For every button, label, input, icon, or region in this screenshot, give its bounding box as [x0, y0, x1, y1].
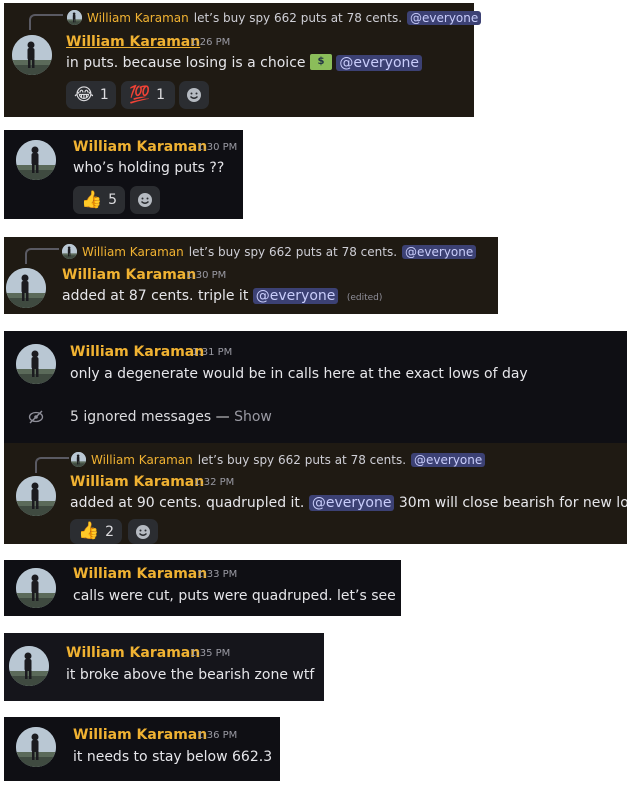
reply-username[interactable]: William Karaman	[82, 245, 184, 259]
money-emoji-icon: $	[309, 54, 332, 70]
timestamp: 1:30 PM	[197, 142, 238, 153]
edited-label: (edited)	[346, 293, 383, 303]
thumbs-up-emoji-icon: 👍	[78, 521, 100, 541]
message-text: only a degenerate would be in calls here…	[70, 366, 528, 382]
hundred-emoji-icon: 💯	[129, 84, 151, 105]
reply-message: William Karaman let’s buy spy 662 puts a…	[4, 443, 627, 544]
smiley-add-icon	[136, 524, 150, 539]
message-text: added at 87 cents. triple it @everyone (…	[62, 288, 382, 304]
timestamp: 1:35 PM	[190, 648, 231, 659]
message-text: who’s holding puts ??	[73, 160, 225, 176]
reply-text: let’s buy spy 662 puts at 78 cents.	[193, 10, 403, 25]
reply-preview[interactable]: William Karaman let’s buy spy 662 puts a…	[71, 452, 486, 467]
avatar[interactable]	[6, 268, 46, 308]
laugh-emoji-icon: 😂	[74, 84, 94, 105]
message-body-suffix: 30m will close bearish for new lows.	[398, 495, 627, 511]
timestamp: 1:36 PM	[197, 730, 238, 741]
thumbs-up-emoji-icon: 👍	[81, 189, 103, 210]
reaction-thumbs-up[interactable]: 👍 2	[70, 519, 122, 544]
username[interactable]: William Karaman	[73, 727, 207, 743]
smiley-add-icon	[187, 88, 201, 102]
avatar	[71, 452, 86, 467]
reply-spine	[35, 457, 69, 473]
message-body: added at 90 cents. quadrupled it.	[70, 495, 305, 511]
mention-everyone[interactable]: @everyone	[402, 244, 477, 259]
add-reaction-button[interactable]	[130, 186, 160, 214]
timestamp: 1:31 PM	[192, 347, 233, 358]
message-card: William Karaman 1:31 PM only a degenerat…	[4, 331, 627, 544]
avatar[interactable]	[16, 727, 56, 767]
add-reaction-button[interactable]	[179, 81, 209, 109]
message-body: added at 87 cents. triple it	[62, 288, 249, 304]
reply-text: let’s buy spy 662 puts at 78 cents.	[197, 452, 407, 467]
message-text: calls were cut, puts were quadruped. let…	[73, 588, 396, 604]
message-card: William Karaman 1:33 PM calls were cut, …	[4, 560, 401, 616]
reply-username[interactable]: William Karaman	[91, 453, 193, 467]
message-card: William Karaman let’s buy spy 662 puts a…	[4, 3, 482, 117]
avatar[interactable]	[16, 476, 56, 516]
eye-slash-icon	[28, 410, 44, 424]
message-card: William Karaman 1:36 PM it needs to stay…	[4, 717, 280, 781]
timestamp: 1:26 PM	[190, 37, 231, 48]
timestamp: 1:32 PM	[194, 477, 235, 488]
message-card: William Karaman 1:35 PM it broke above t…	[4, 633, 324, 701]
ignored-count-text: 5 ignored messages —	[70, 409, 235, 425]
timestamp: 1:33 PM	[197, 569, 238, 580]
username[interactable]: William Karaman	[73, 566, 207, 582]
avatar[interactable]	[9, 646, 49, 686]
message-card: William Karaman 1:30 PM who’s holding pu…	[4, 130, 243, 219]
reaction-laugh[interactable]: 😂 1	[66, 81, 116, 109]
avatar[interactable]	[16, 568, 56, 608]
mention-everyone[interactable]: @everyone	[407, 10, 482, 25]
avatar	[62, 244, 77, 259]
smiley-add-icon	[138, 193, 152, 207]
reaction-count: 1	[99, 87, 109, 103]
mention-everyone[interactable]: @everyone	[336, 55, 423, 71]
reaction-count: 2	[105, 523, 115, 540]
add-reaction-button[interactable]	[128, 519, 158, 544]
reply-username[interactable]: William Karaman	[87, 11, 189, 25]
ignored-messages: 5 ignored messages — Show	[70, 409, 272, 425]
message-text: it broke above the bearish zone wtf	[66, 667, 315, 683]
avatar[interactable]	[16, 344, 56, 384]
username[interactable]: William Karaman	[70, 474, 204, 490]
username[interactable]: William Karaman	[66, 645, 200, 661]
reaction-hundred[interactable]: 💯 1	[121, 81, 175, 109]
message-body: in puts. because losing is a choice	[66, 55, 306, 71]
reply-spine	[29, 14, 63, 30]
reaction-thumbs-up[interactable]: 👍 5	[73, 186, 125, 214]
reply-spine	[25, 248, 59, 264]
message-card: William Karaman let’s buy spy 662 puts a…	[4, 237, 498, 314]
reaction-count: 5	[108, 192, 118, 208]
reply-text: let’s buy spy 662 puts at 78 cents.	[188, 244, 398, 259]
avatar[interactable]	[12, 35, 52, 75]
username[interactable]: William Karaman	[70, 344, 204, 360]
message-text: in puts. because losing is a choice $ @e…	[66, 54, 423, 71]
show-ignored-link[interactable]: Show	[234, 409, 272, 425]
message-text: it needs to stay below 662.3	[73, 749, 273, 765]
avatar[interactable]	[16, 140, 56, 180]
mention-everyone[interactable]: @everyone	[411, 452, 486, 467]
reaction-count: 1	[156, 87, 166, 103]
avatar	[67, 10, 82, 25]
message-text: added at 90 cents. quadrupled it. @every…	[70, 495, 627, 511]
username[interactable]: William Karaman	[62, 267, 196, 283]
username[interactable]: William Karaman	[66, 34, 200, 50]
timestamp: 1:30 PM	[186, 270, 227, 281]
username[interactable]: William Karaman	[73, 139, 207, 155]
mention-everyone[interactable]: @everyone	[308, 495, 395, 511]
reply-preview[interactable]: William Karaman let’s buy spy 662 puts a…	[62, 244, 477, 259]
reply-preview[interactable]: William Karaman let’s buy spy 662 puts a…	[67, 10, 482, 25]
mention-everyone[interactable]: @everyone	[252, 288, 339, 304]
